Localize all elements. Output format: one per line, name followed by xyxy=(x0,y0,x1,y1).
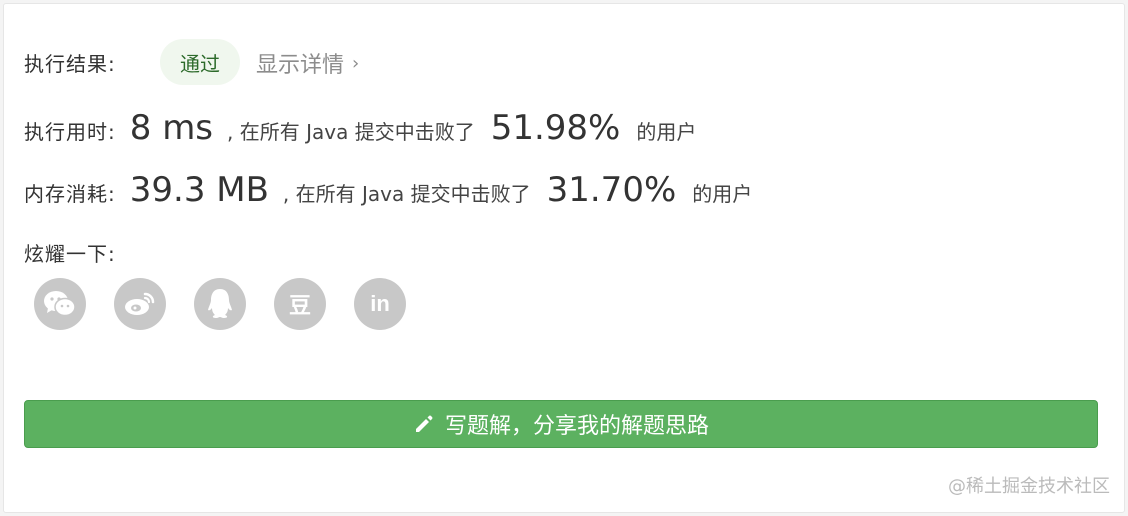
memory-value: 39.3 MB xyxy=(129,170,269,210)
qq-icon[interactable] xyxy=(194,278,246,330)
memory-prefix: , 在所有 Java 提交中击败了 xyxy=(282,182,531,206)
memory-row: 内存消耗: 39.3 MB , 在所有 Java 提交中击败了 31.70% 的… xyxy=(24,170,752,210)
share-row: 炫耀一下: xyxy=(24,238,116,267)
write-solution-label: 写题解，分享我的解题思路 xyxy=(444,414,709,439)
show-details-link[interactable]: 显示详情 › xyxy=(256,47,359,79)
result-label: 执行结果: xyxy=(24,52,116,76)
status-badge: 通过 xyxy=(160,39,240,85)
memory-percent: 31.70% xyxy=(546,170,677,210)
submission-result-card: 执行结果: 通过 显示详情 › 执行用时: 8 ms , 在所有 Java 提交… xyxy=(3,3,1125,513)
runtime-value: 8 ms xyxy=(129,108,214,148)
weibo-icon[interactable] xyxy=(114,278,166,330)
runtime-label: 执行用时: xyxy=(24,120,116,144)
share-label: 炫耀一下: xyxy=(24,242,116,266)
result-row: 执行结果: xyxy=(24,48,116,77)
linkedin-icon[interactable]: in xyxy=(354,278,406,330)
douban-icon[interactable]: 豆 xyxy=(274,278,326,330)
pencil-icon xyxy=(413,413,435,435)
linkedin-glyph: in xyxy=(370,291,390,316)
show-details-label: 显示详情 xyxy=(256,53,345,78)
write-solution-button[interactable]: 写题解，分享我的解题思路 xyxy=(24,400,1098,448)
runtime-prefix: , 在所有 Java 提交中击败了 xyxy=(227,120,475,144)
runtime-percent: 51.98% xyxy=(490,108,621,148)
watermark: @稀土掘金技术社区 xyxy=(948,476,1110,497)
memory-suffix: 的用户 xyxy=(692,182,753,206)
runtime-row: 执行用时: 8 ms , 在所有 Java 提交中击败了 51.98% 的用户 xyxy=(24,108,696,148)
chevron-right-icon: › xyxy=(352,52,360,74)
douban-glyph: 豆 xyxy=(288,293,311,318)
memory-label: 内存消耗: xyxy=(24,182,116,206)
runtime-suffix: 的用户 xyxy=(636,120,697,144)
wechat-icon[interactable] xyxy=(34,278,86,330)
